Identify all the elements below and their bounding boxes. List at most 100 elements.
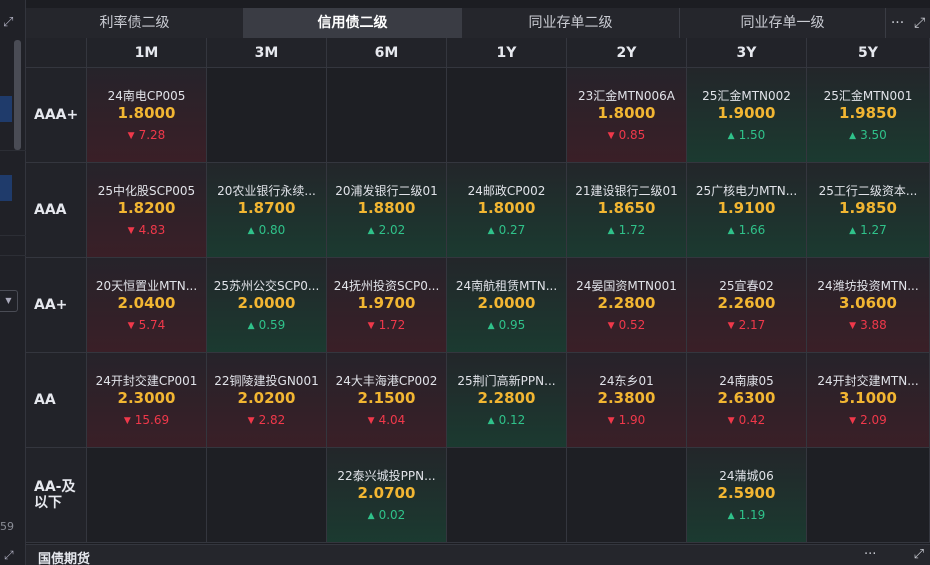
- change-value: 0.95: [498, 318, 526, 332]
- triangle-up-icon: ▲: [607, 226, 615, 236]
- more-icon[interactable]: ···: [864, 547, 876, 562]
- bond-cell[interactable]: 24蒲城06 2.5900 ▲ 1.19: [687, 448, 807, 542]
- grid-row: AA-及以下 22泰兴城投PPN... 2.0700 ▲ 0.02 24蒲城06 2.590…: [26, 448, 930, 543]
- bond-rate: 2.2800: [477, 389, 536, 407]
- bond-cell[interactable]: 23汇金MTN006A 1.8000 ▼ 0.85: [567, 68, 687, 162]
- bond-cell[interactable]: 24晏国资MTN001 2.2800 ▼ 0.52: [567, 258, 687, 352]
- rate-change: ▼ 1.90: [567, 413, 686, 427]
- rate-change: ▼ 15.69: [87, 413, 206, 427]
- tab-ncd-primary[interactable]: 同业存单一级: [680, 8, 886, 38]
- bond-cell[interactable]: 24开封交建MTN... 3.1000 ▼ 2.09: [807, 353, 930, 447]
- bond-name: 24邮政CP002: [467, 184, 546, 198]
- bond-futures-panel-header: 国债期货 ··· ⤢: [26, 544, 930, 565]
- rating-label: AA+: [26, 258, 87, 352]
- chevron-down-icon[interactable]: ▼: [0, 290, 18, 312]
- rate-change: ▲ 1.66: [687, 223, 806, 237]
- triangle-down-icon: ▼: [607, 416, 615, 426]
- bond-cell[interactable]: 20天恒置业MTN... 2.0400 ▼ 5.74: [87, 258, 207, 352]
- bond-cell[interactable]: 24邮政CP002 1.8000 ▲ 0.27: [447, 163, 567, 257]
- grid-row: AA 24开封交建CP001 2.3000 ▼ 15.69 22铜陵建投GN001 2.02…: [26, 353, 930, 448]
- bond-rate: 2.0400: [117, 294, 176, 312]
- expand-icon[interactable]: ⤢: [914, 547, 924, 562]
- triangle-up-icon: ▲: [849, 131, 857, 141]
- bond-rate: 1.9850: [839, 104, 897, 122]
- triangle-up-icon: ▲: [247, 226, 255, 236]
- empty-cell: [87, 448, 207, 542]
- rate-change: ▼ 3.88: [807, 318, 929, 332]
- bond-name: 25荆门高新PPN...: [457, 374, 556, 388]
- triangle-down-icon: ▼: [127, 131, 135, 141]
- triangle-up-icon: ▲: [247, 321, 255, 331]
- triangle-down-icon: ▼: [607, 131, 615, 141]
- bond-cell[interactable]: 25宜春02 2.2600 ▼ 2.17: [687, 258, 807, 352]
- grid-row: AAA+ 24南电CP005 1.8000 ▼ 7.28 23汇金MTN006A 1.800…: [26, 68, 930, 163]
- bond-cell[interactable]: 24南电CP005 1.8000 ▼ 7.28: [87, 68, 207, 162]
- rate-change: ▼ 2.82: [207, 413, 326, 427]
- rate-change: ▲ 0.27: [447, 223, 566, 237]
- left-scrollbar[interactable]: [14, 40, 21, 150]
- rate-change: ▼ 4.04: [327, 413, 446, 427]
- triangle-up-icon: ▲: [727, 511, 735, 521]
- bond-cell[interactable]: 24南航租赁MTN... 2.0000 ▲ 0.95: [447, 258, 567, 352]
- bond-cell[interactable]: 20农业银行永续... 1.8700 ▲ 0.80: [207, 163, 327, 257]
- triangle-up-icon: ▲: [367, 511, 375, 521]
- change-value: 0.12: [498, 413, 526, 427]
- triangle-up-icon: ▲: [849, 226, 857, 236]
- triangle-down-icon: ▼: [607, 321, 615, 331]
- tab-ncd-secondary[interactable]: 同业存单二级: [462, 8, 680, 38]
- bond-cell[interactable]: 24东乡01 2.3800 ▼ 1.90: [567, 353, 687, 447]
- rate-change: ▼ 0.42: [687, 413, 806, 427]
- bond-cell[interactable]: 24潍坊投资MTN... 3.0600 ▼ 3.88: [807, 258, 930, 352]
- bond-name: 22铜陵建投GN001: [214, 374, 319, 388]
- bond-cell[interactable]: 25荆门高新PPN... 2.2800 ▲ 0.12: [447, 353, 567, 447]
- expand-icon[interactable]: ⤢: [914, 15, 925, 31]
- app-root: ⤢ ▼ 59 ⤢ 利率债二级 信用债二级 同业存单二级 同业存单一级 ··· ⤢…: [0, 0, 930, 565]
- bond-cell[interactable]: 25苏州公交SCP0... 2.0000 ▲ 0.59: [207, 258, 327, 352]
- triangle-down-icon: ▼: [367, 321, 375, 331]
- tenor-header-row: 1M 3M 6M 1Y 2Y 3Y 5Y: [26, 38, 930, 68]
- tab-bar: 利率债二级 信用债二级 同业存单二级 同业存单一级 ··· ⤢: [26, 8, 930, 38]
- empty-cell: [207, 448, 327, 542]
- rate-change: ▼ 1.72: [327, 318, 446, 332]
- bond-rate: 2.0000: [477, 294, 536, 312]
- bond-rate: 2.2600: [717, 294, 776, 312]
- bond-cell[interactable]: 25中化股SCP005 1.8200 ▼ 4.83: [87, 163, 207, 257]
- bond-cell[interactable]: 22泰兴城投PPN... 2.0700 ▲ 0.02: [327, 448, 447, 542]
- left-selected-row[interactable]: [0, 96, 12, 122]
- tab-rate-bond-secondary[interactable]: 利率债二级: [26, 8, 244, 38]
- bond-cell[interactable]: 24大丰海港CP002 2.1500 ▼ 4.04: [327, 353, 447, 447]
- triangle-up-icon: ▲: [487, 321, 495, 331]
- change-value: 0.27: [498, 223, 526, 237]
- change-value: 4.04: [378, 413, 406, 427]
- bond-cell[interactable]: 20浦发银行二级01 1.8800 ▲ 2.02: [327, 163, 447, 257]
- bond-cell[interactable]: 24开封交建CP001 2.3000 ▼ 15.69: [87, 353, 207, 447]
- tab-tools: ··· ⤢: [886, 8, 930, 38]
- bond-cell[interactable]: 25广核电力MTN... 1.9100 ▲ 1.66: [687, 163, 807, 257]
- rate-change: ▲ 1.19: [687, 508, 806, 522]
- bond-cell[interactable]: 25汇金MTN001 1.9850 ▲ 3.50: [807, 68, 930, 162]
- bond-cell[interactable]: 22铜陵建投GN001 2.0200 ▼ 2.82: [207, 353, 327, 447]
- bond-rate: 2.2800: [597, 294, 656, 312]
- tab-credit-bond-secondary[interactable]: 信用债二级: [244, 8, 462, 38]
- change-value: 15.69: [134, 413, 170, 427]
- left-selected-row[interactable]: [0, 175, 12, 201]
- rate-change: ▲ 0.02: [327, 508, 446, 522]
- bond-cell[interactable]: 25工行二级资本... 1.9850 ▲ 1.27: [807, 163, 930, 257]
- expand-icon[interactable]: ⤢: [4, 548, 14, 563]
- triangle-down-icon: ▼: [367, 416, 375, 426]
- bond-cell[interactable]: 25汇金MTN002 1.9000 ▲ 1.50: [687, 68, 807, 162]
- bond-name: 24开封交建MTN...: [817, 374, 919, 388]
- credit-bond-panel: 利率债二级 信用债二级 同业存单二级 同业存单一级 ··· ⤢ 1M 3M 6M…: [26, 0, 930, 565]
- triangle-down-icon: ▼: [849, 416, 857, 426]
- expand-icon[interactable]: ⤢: [3, 15, 19, 31]
- empty-cell: [447, 448, 567, 542]
- bond-cell[interactable]: 24抚州投资SCP0... 1.9700 ▼ 1.72: [327, 258, 447, 352]
- change-value: 0.85: [618, 128, 646, 142]
- bond-name: 25汇金MTN002: [702, 89, 791, 103]
- bond-cell[interactable]: 21建设银行二级01 1.8650 ▲ 1.72: [567, 163, 687, 257]
- more-icon[interactable]: ···: [891, 15, 904, 31]
- change-value: 5.74: [138, 318, 166, 332]
- left-panel: ⤢ ▼ 59 ⤢: [0, 0, 26, 565]
- change-value: 2.02: [378, 223, 406, 237]
- bond-cell[interactable]: 24南康05 2.6300 ▼ 0.42: [687, 353, 807, 447]
